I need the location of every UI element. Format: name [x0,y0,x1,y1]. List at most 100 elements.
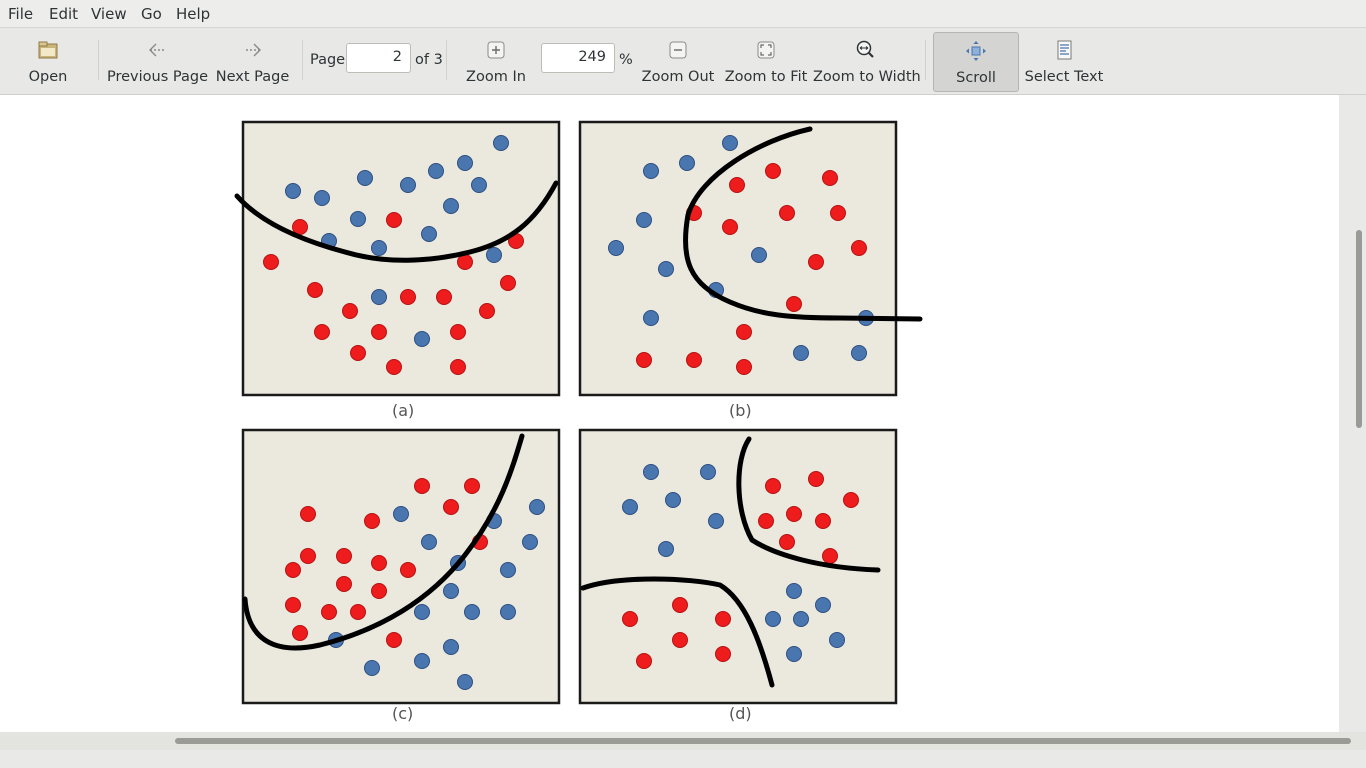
zoom-to-fit-button[interactable]: Zoom to Fit [724,32,808,90]
red-point [765,478,781,494]
red-point [736,359,752,375]
blue-point [829,632,845,648]
blue-point [414,331,430,347]
red-point [336,548,352,564]
blue-point [500,604,516,620]
red-point [386,212,402,228]
red-point [371,324,387,340]
menu-edit[interactable]: Edit [49,5,78,23]
red-point [808,471,824,487]
menu-view[interactable]: View [91,5,127,23]
red-point [479,303,495,319]
zoom-to-width-button[interactable]: Zoom to Width [813,32,921,90]
red-point [300,506,316,522]
blue-point [357,170,373,186]
magnifier-icon [856,40,874,58]
red-point [500,275,516,291]
red-point [450,359,466,375]
blue-point [443,198,459,214]
zoom-level-field[interactable]: 249 [541,43,615,73]
red-point [292,625,308,641]
blue-point [722,135,738,151]
page-count: of 3 [415,52,443,68]
blue-point [400,177,416,193]
menu-help[interactable]: Help [176,5,210,23]
blue-point [414,653,430,669]
horizontal-scrollbar[interactable] [0,732,1366,750]
vertical-scrollbar-thumb[interactable] [1356,230,1362,428]
zoom-in-icon [487,41,505,59]
red-point [765,163,781,179]
vertical-scrollbar[interactable] [1352,95,1366,732]
red-point [636,653,652,669]
red-point [342,303,358,319]
folder-icon [38,41,58,59]
blue-point [679,155,695,171]
red-point [300,548,316,564]
document-viewer[interactable]: (a) (b) (c) (d) [0,95,1339,732]
blue-point [464,604,480,620]
blue-point [636,212,652,228]
zoom-out-button[interactable]: Zoom Out [640,32,716,90]
red-point [758,513,774,529]
caption-c: (c) [392,704,414,723]
menu-go[interactable]: Go [141,5,162,23]
select-text-button[interactable]: Select Text [1024,32,1104,90]
blue-point [486,247,502,263]
blue-point [608,240,624,256]
blue-point [421,534,437,550]
zoom-to-fit-label: Zoom to Fit [724,69,808,85]
open-label: Open [28,69,68,85]
red-point [729,177,745,193]
red-point [386,359,402,375]
blue-point [529,499,545,515]
blue-point [643,464,659,480]
blue-point [622,499,638,515]
red-point [830,205,846,221]
blue-point [851,345,867,361]
move-icon [966,41,986,61]
blue-point [793,611,809,627]
zoom-in-button[interactable]: Zoom In [462,32,530,90]
scroll-button[interactable]: Scroll [933,32,1019,92]
blue-point [471,177,487,193]
open-button[interactable]: Open [18,32,78,90]
red-point [464,478,480,494]
blue-point [708,513,724,529]
zoom-out-icon [669,41,687,59]
page-label: Page [310,52,346,68]
red-point [715,646,731,662]
caption-b: (b) [729,401,752,420]
red-point [285,597,301,613]
blue-point [285,183,301,199]
blue-point [643,163,659,179]
classification-figure [234,120,923,705]
red-point [371,583,387,599]
red-point [400,562,416,578]
zoom-to-width-label: Zoom to Width [813,69,921,85]
menu-file[interactable]: File [8,5,33,23]
red-point [285,562,301,578]
blue-point [643,310,659,326]
next-page-label: Next Page [215,69,290,85]
red-point [672,632,688,648]
red-point [350,345,366,361]
blue-point [665,492,681,508]
horizontal-scrollbar-thumb[interactable] [175,738,1351,744]
previous-page-button[interactable]: Previous Page [107,32,208,90]
blue-point [658,541,674,557]
select-text-label: Select Text [1024,69,1104,85]
next-page-button[interactable]: Next Page [214,32,291,90]
caption-a: (a) [392,401,415,420]
blue-point [700,464,716,480]
separator [302,40,303,80]
red-point [672,597,688,613]
red-point [636,352,652,368]
blue-point [414,604,430,620]
red-point [371,555,387,571]
red-point [307,282,323,298]
blue-point [522,534,538,550]
red-point [314,324,330,340]
page-number-field[interactable]: 2 [346,43,411,73]
red-point [350,604,366,620]
